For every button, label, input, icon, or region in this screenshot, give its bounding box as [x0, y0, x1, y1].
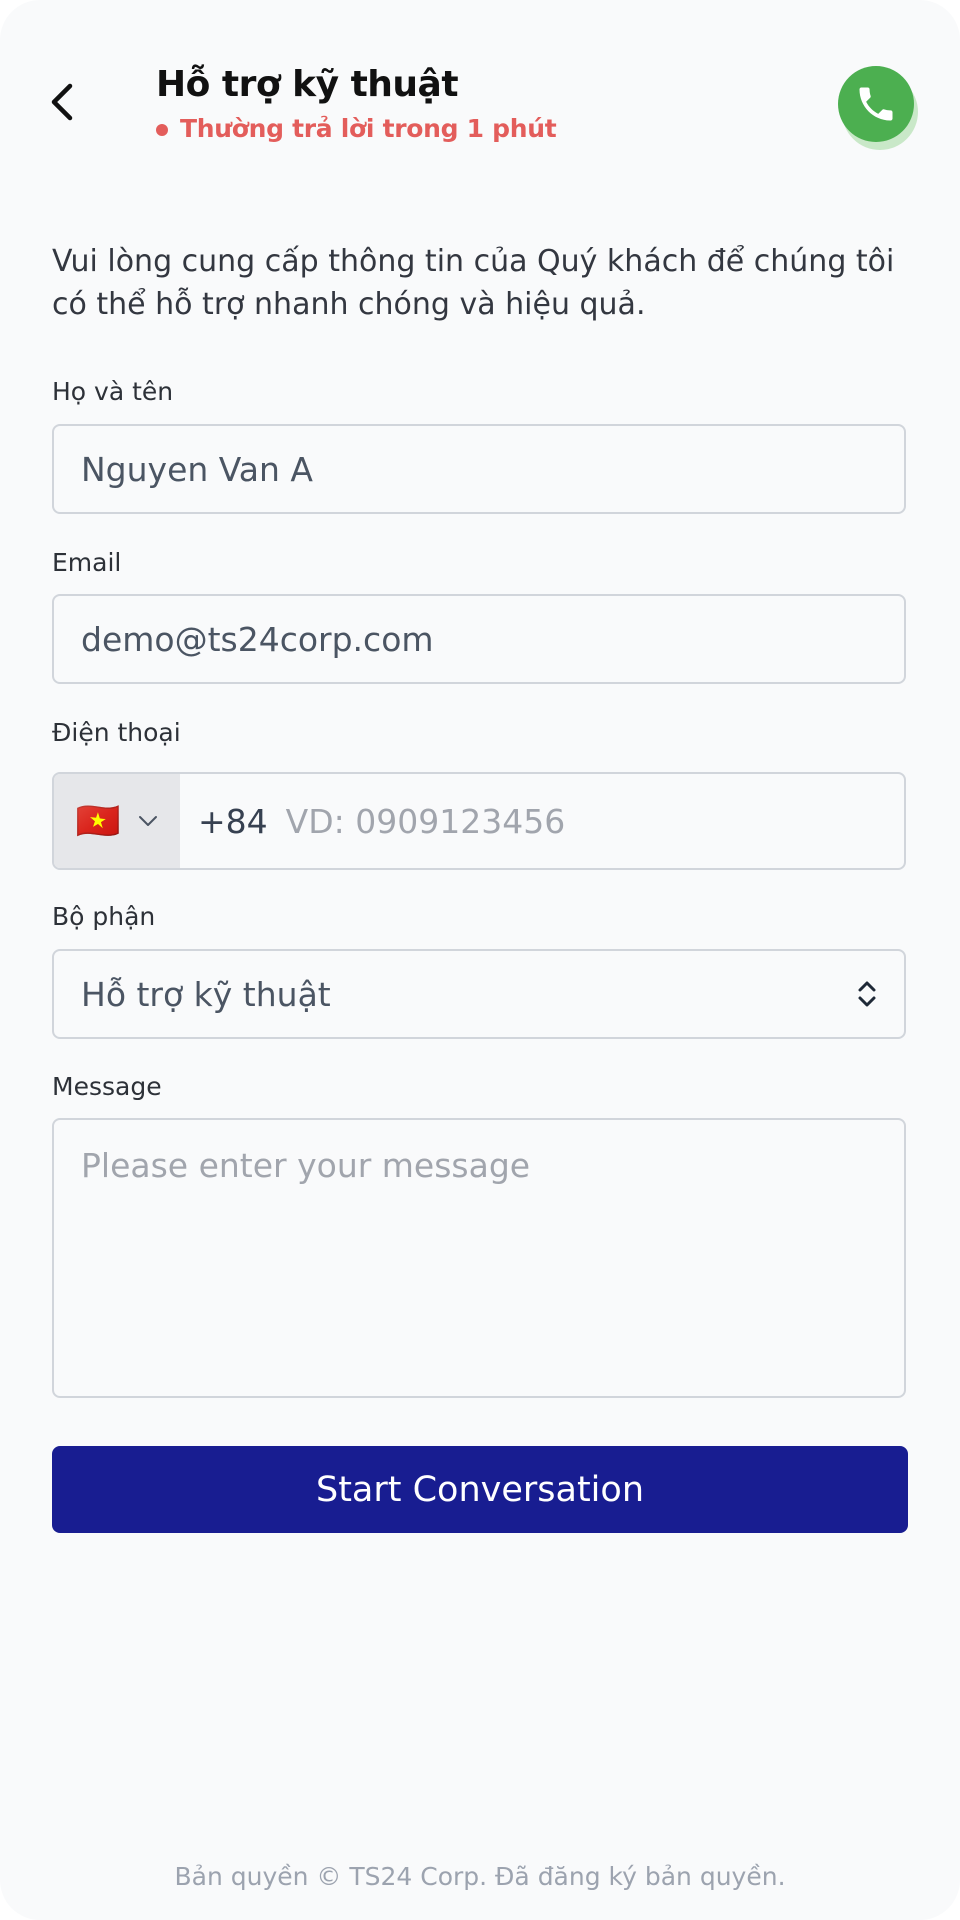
- message-label: Message: [52, 1072, 162, 1101]
- back-button[interactable]: [36, 72, 88, 132]
- status-dot: [156, 123, 168, 136]
- call-button[interactable]: [838, 66, 914, 142]
- vietnam-flag-icon: 🇻🇳: [75, 800, 121, 841]
- copyright-footer: Bản quyền © TS24 Corp. Đã đăng ký bản qu…: [174, 1862, 786, 1891]
- department-selected-value: Hỗ trợ kỹ thuật: [81, 974, 331, 1014]
- phone-icon: [859, 87, 893, 121]
- header: Hỗ trợ kỹ thuật Thường trả lời trong 1 p…: [0, 0, 960, 200]
- response-time-status: Thường trả lời trong 1 phút: [156, 114, 557, 143]
- phone-label: Điện thoại: [52, 718, 181, 747]
- country-code-picker[interactable]: 🇻🇳: [54, 774, 180, 868]
- chevron-left-icon: [51, 83, 73, 121]
- chevron-down-icon: [139, 816, 158, 826]
- email-field[interactable]: demo@ts24corp.com: [52, 594, 906, 684]
- email-label: Email: [52, 548, 122, 577]
- department-select[interactable]: Hỗ trợ kỹ thuật: [52, 949, 906, 1039]
- intro-text: Vui lòng cung cấp thông tin của Quý khác…: [52, 244, 895, 322]
- phone-input[interactable]: VD: 0909123456: [268, 774, 904, 868]
- support-chat-form-screen: Hỗ trợ kỹ thuật Thường trả lời trong 1 p…: [0, 0, 960, 1920]
- message-textarea[interactable]: Please enter your message: [52, 1118, 906, 1398]
- name-label: Họ và tên: [52, 377, 174, 406]
- name-field[interactable]: Nguyen Van A: [52, 424, 906, 514]
- phone-field-group: 🇻🇳 +84 VD: 0909123456: [52, 772, 906, 870]
- start-conversation-button[interactable]: Start Conversation: [52, 1446, 908, 1533]
- sort-arrows-icon: [858, 981, 876, 1007]
- department-label: Bộ phận: [52, 902, 156, 931]
- dial-code: +84: [198, 801, 268, 841]
- status-text: Thường trả lời trong 1 phút: [180, 114, 557, 143]
- page-title: Hỗ trợ kỹ thuật: [156, 64, 459, 105]
